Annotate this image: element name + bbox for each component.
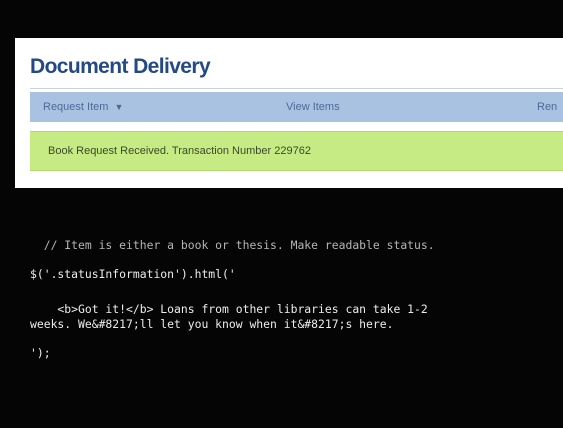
code-snippet: // Item is either a book or thesis. Make…: [0, 0, 563, 428]
code-comment: // Item is either a book or thesis. Make…: [30, 238, 435, 252]
code-line-1: $('.statusInformation').html(': [30, 267, 236, 281]
screen: Document Delivery Request Item ▼ View It…: [0, 0, 563, 428]
code-line-2: <b>Got it!</b> Loans from other librarie…: [30, 302, 428, 316]
code-line-3: weeks. We&#8217;ll let you know when it&…: [30, 317, 394, 331]
code-line-4: ');: [30, 346, 51, 360]
